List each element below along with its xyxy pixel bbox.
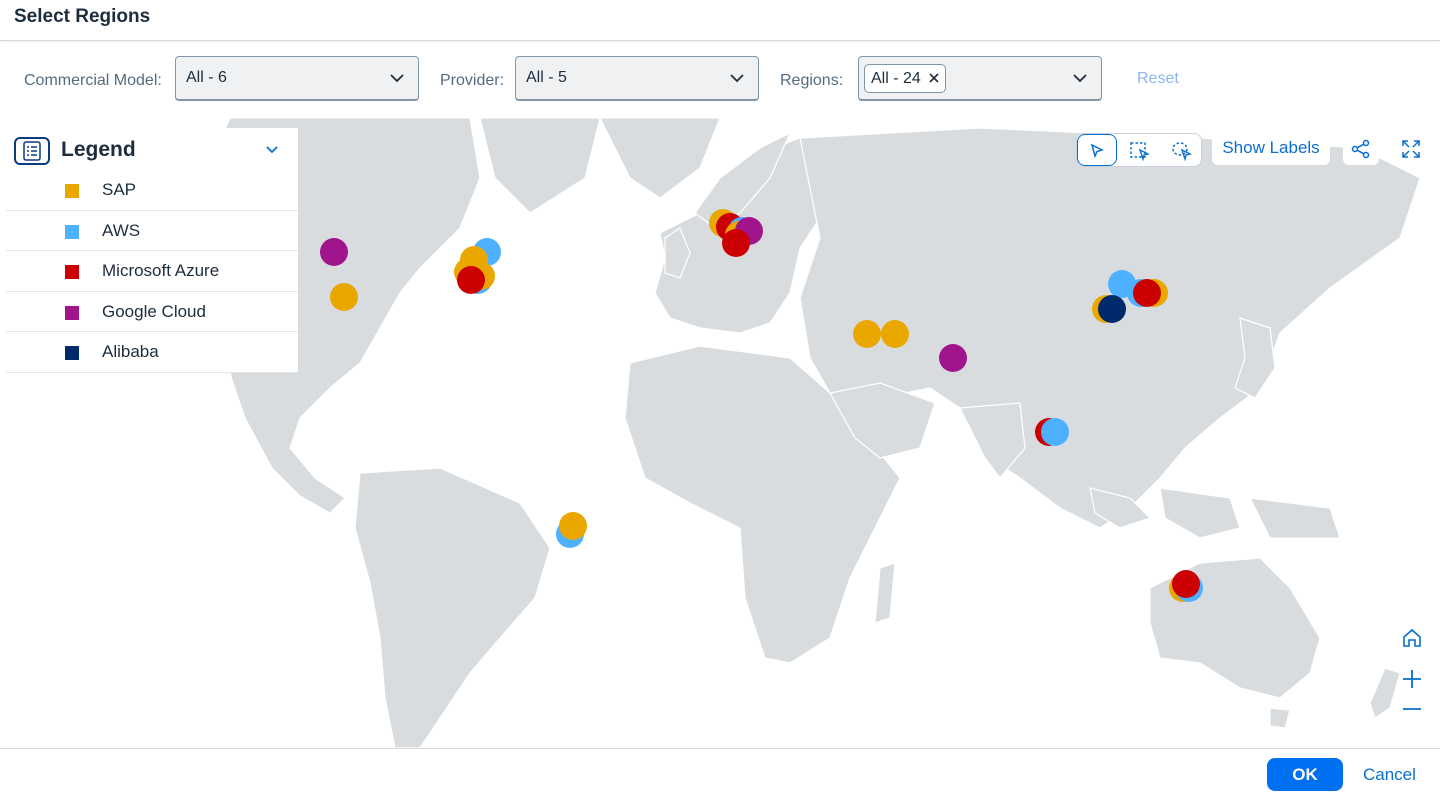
cancel-button[interactable]: Cancel xyxy=(1363,765,1416,785)
region-marker[interactable] xyxy=(1133,278,1162,307)
regions-token[interactable]: All - 24 xyxy=(864,64,946,93)
legend-swatch xyxy=(65,265,79,279)
legend-swatch xyxy=(65,346,79,360)
regions-multiselect[interactable]: All - 24 xyxy=(858,56,1102,101)
chevron-down-icon[interactable] xyxy=(264,142,280,158)
rectangle-select-button[interactable] xyxy=(1119,134,1159,166)
zoom-out-button[interactable] xyxy=(1398,695,1426,723)
legend-list-icon xyxy=(14,137,50,165)
commercial-model-select[interactable]: All - 6 xyxy=(175,56,419,101)
legend-item-label: Microsoft Azure xyxy=(102,261,220,280)
legend-item-label: SAP xyxy=(102,180,137,199)
region-marker[interactable] xyxy=(1171,569,1200,598)
ok-button[interactable]: OK xyxy=(1267,758,1343,791)
provider-select[interactable]: All - 5 xyxy=(515,56,759,101)
regions-label: Regions: xyxy=(780,72,844,89)
legend-item[interactable]: Alibaba xyxy=(6,332,298,373)
region-marker[interactable] xyxy=(852,319,881,348)
commercial-model-label: Commercial Model: xyxy=(24,72,162,89)
selection-mode-toggle xyxy=(1076,133,1202,167)
dialog-title: Select Regions xyxy=(14,6,151,27)
chevron-down-icon xyxy=(390,74,404,83)
region-marker[interactable] xyxy=(329,282,358,311)
region-marker[interactable] xyxy=(1040,417,1069,446)
legend-swatch xyxy=(65,305,79,320)
zoom-home-button[interactable] xyxy=(1398,624,1426,652)
show-labels-button[interactable]: Show Labels xyxy=(1212,133,1330,165)
reset-button[interactable]: Reset xyxy=(1137,70,1179,88)
chevron-down-icon xyxy=(730,74,744,83)
region-marker[interactable] xyxy=(881,319,910,348)
select-regions-dialog: Select Regions Commercial Model: All - 6… xyxy=(0,0,1440,793)
fullscreen-icon xyxy=(1402,140,1420,158)
region-marker[interactable] xyxy=(938,344,967,373)
filter-bar: Commercial Model: All - 6 Provider: All … xyxy=(0,41,1440,118)
provider-value: All - 5 xyxy=(526,69,567,86)
share-icon xyxy=(1351,139,1370,159)
dialog-header: Select Regions xyxy=(0,0,1440,41)
legend-title: Legend xyxy=(61,138,136,161)
regions-token-label: All - 24 xyxy=(871,70,921,87)
dialog-footer: OK Cancel xyxy=(0,748,1440,793)
legend-header[interactable]: Legend xyxy=(6,128,298,170)
legend-item[interactable]: Google Cloud xyxy=(6,292,298,332)
commercial-model-value: All - 6 xyxy=(186,69,227,86)
plus-icon xyxy=(1403,670,1421,688)
legend-item-label: AWS xyxy=(102,220,141,240)
share-button[interactable] xyxy=(1343,133,1379,165)
legend-swatch xyxy=(65,224,79,239)
zoom-in-button[interactable] xyxy=(1398,665,1426,693)
home-icon xyxy=(1403,628,1421,647)
close-icon[interactable] xyxy=(927,71,941,85)
legend-item[interactable]: SAP xyxy=(6,170,298,211)
rectangle-select-icon xyxy=(1130,142,1151,161)
minus-icon xyxy=(1403,708,1421,710)
legend-swatch xyxy=(65,184,79,198)
fullscreen-button[interactable] xyxy=(1393,133,1429,165)
legend-item[interactable]: Microsoft Azure xyxy=(6,251,298,292)
legend-item[interactable]: AWS xyxy=(6,211,298,251)
region-marker[interactable] xyxy=(320,237,348,266)
legend-item-label: Alibaba xyxy=(102,342,159,361)
pointer-mode-button[interactable] xyxy=(1077,134,1117,166)
chevron-down-icon xyxy=(1073,74,1087,83)
provider-label: Provider: xyxy=(440,72,505,89)
lasso-select-button[interactable] xyxy=(1161,134,1201,166)
pointer-icon xyxy=(1090,143,1105,159)
legend-item-label: Google Cloud xyxy=(102,301,206,321)
legend-panel: Legend SAP AWS Microsoft Azure Google Cloud… xyxy=(6,128,298,373)
lasso-select-icon xyxy=(1172,142,1193,161)
